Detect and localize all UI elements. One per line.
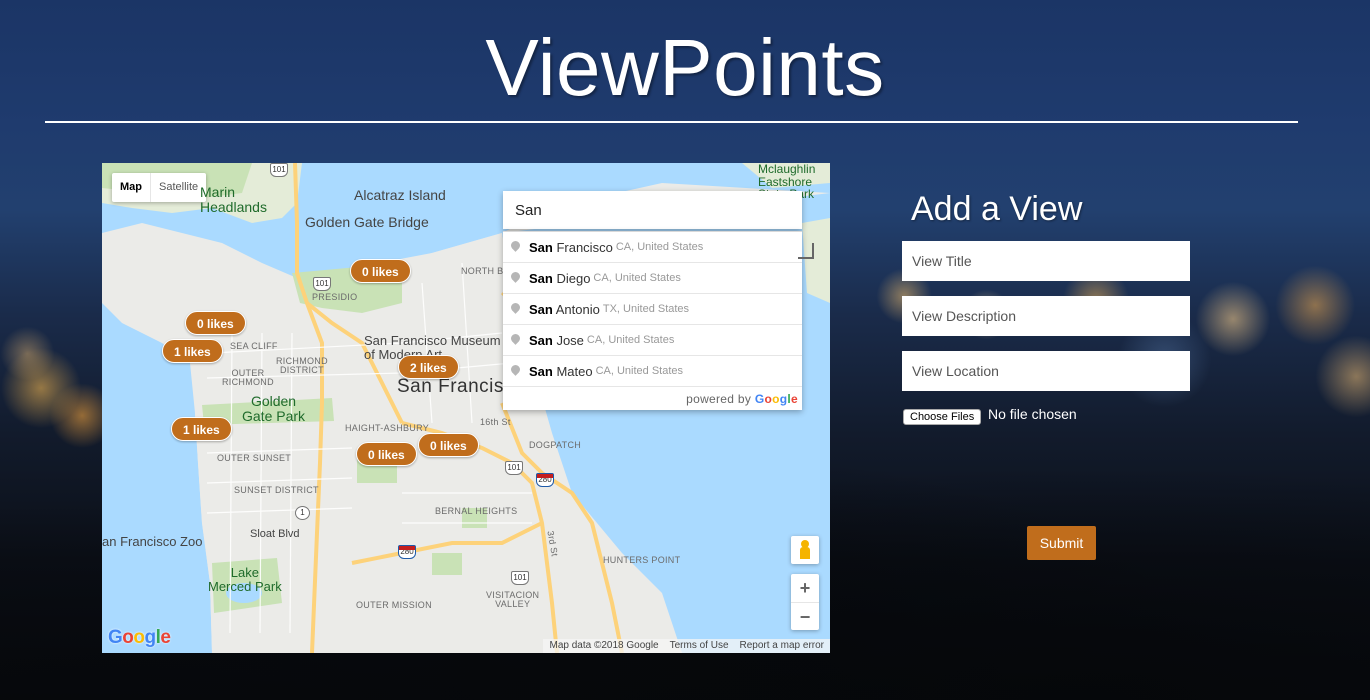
- suggestion-secondary: TX, United States: [602, 303, 690, 315]
- label-haight-ashbury: HAIGHT-ASHBURY: [345, 423, 430, 433]
- label-presidio: PRESIDIO: [312, 292, 358, 302]
- map-attribution: Map data ©2018 Google Terms of Use Repor…: [543, 639, 830, 653]
- label-lake-merced: Lake Merced Park: [208, 565, 282, 594]
- powered-by-text: powered by: [686, 392, 752, 406]
- site-title: ViewPoints: [485, 23, 885, 112]
- label-dogpatch: DOGPATCH: [529, 440, 582, 450]
- view-marker[interactable]: 0 likes: [350, 259, 411, 283]
- location-pin-icon: [511, 303, 520, 316]
- map-canvas[interactable]: Map Satellite Marin Headlands Alcatraz I…: [102, 163, 830, 653]
- add-view-heading: Add a View: [911, 190, 1083, 228]
- autocomplete-item[interactable]: San Antonio TX, United States: [503, 294, 802, 325]
- google-letter: o: [772, 392, 780, 406]
- map-search-input[interactable]: [503, 191, 802, 229]
- highway-280-shield: 280: [536, 473, 554, 487]
- label-hunters-point: HUNTERS POINT: [603, 555, 681, 565]
- google-letter: o: [133, 627, 145, 648]
- view-marker[interactable]: 0 likes: [356, 442, 417, 466]
- label-outer-richmond: OUTER RICHMOND: [222, 368, 274, 388]
- location-pin-icon: [511, 241, 520, 254]
- label-visitacion-valley: VISITACION VALLEY: [486, 590, 540, 610]
- label-sea-cliff: SEA CLIFF: [230, 341, 278, 351]
- label-sunset-district: SUNSET DISTRICT: [234, 485, 319, 495]
- location-pin-icon: [511, 272, 520, 285]
- suggestion-match: San: [529, 270, 553, 286]
- view-marker[interactable]: 0 likes: [185, 311, 246, 335]
- label-marin-headlands: Marin Headlands: [200, 184, 267, 215]
- suggestion-match: San: [529, 363, 553, 379]
- zoom-in-button[interactable]: +: [791, 574, 819, 602]
- google-letter: G: [754, 392, 765, 406]
- view-marker[interactable]: 0 likes: [418, 433, 479, 457]
- highway-1-shield: 1: [295, 506, 310, 520]
- map-data-text: Map data ©2018 Google: [549, 640, 659, 651]
- suggestion-rest: Diego: [552, 270, 591, 286]
- title-divider: [45, 121, 1298, 123]
- highway-101-shield: 101: [270, 163, 288, 177]
- highway-101-shield: 101: [505, 461, 523, 475]
- suggestion-secondary: CA, United States: [595, 365, 684, 377]
- view-marker[interactable]: 1 likes: [171, 417, 232, 441]
- location-pin-icon: [511, 365, 520, 378]
- view-marker[interactable]: 2 likes: [398, 355, 459, 379]
- view-marker[interactable]: 1 likes: [162, 339, 223, 363]
- map-type-control[interactable]: Map Satellite: [112, 173, 207, 202]
- powered-by-google: powered by Google: [503, 387, 802, 410]
- report-map-error-link[interactable]: Report a map error: [740, 639, 824, 653]
- label-bernal-heights: BERNAL HEIGHTS: [435, 506, 518, 516]
- label-golden-gate-bridge: Golden Gate Bridge: [305, 214, 429, 230]
- map-type-satellite-button[interactable]: Satellite: [150, 173, 206, 202]
- highway-280-shield: 280: [398, 545, 416, 559]
- suggestion-rest: Francisco: [552, 239, 613, 255]
- google-letter: G: [108, 627, 123, 648]
- map-type-map-button[interactable]: Map: [112, 173, 150, 202]
- zoom-out-button[interactable]: −: [791, 602, 819, 630]
- google-letter: e: [160, 627, 171, 648]
- google-letter: g: [144, 627, 157, 648]
- label-golden-gate-park: Golden Gate Park: [242, 393, 306, 424]
- google-letter: o: [764, 392, 773, 406]
- suggestion-match: San: [529, 301, 553, 317]
- suggestion-match: San: [529, 239, 553, 255]
- label-sloat-blvd: Sloat Blvd: [250, 528, 300, 540]
- autocomplete-item[interactable]: San Jose CA, United States: [503, 325, 802, 356]
- label-alcatraz: Alcatraz Island: [354, 187, 446, 203]
- choose-files-button[interactable]: Choose Files: [903, 409, 982, 425]
- view-description-input[interactable]: [902, 296, 1190, 336]
- submit-button[interactable]: Submit: [1027, 526, 1096, 560]
- autocomplete-item[interactable]: San Diego CA, United States: [503, 263, 802, 294]
- suggestion-secondary: CA, United States: [615, 241, 704, 253]
- view-location-input[interactable]: [902, 351, 1190, 391]
- highway-101-shield: 101: [511, 571, 529, 585]
- file-status-text: No file chosen: [988, 406, 1077, 422]
- suggestion-match: San: [529, 332, 553, 348]
- zoom-control: + −: [791, 574, 819, 630]
- highway-101-shield: 101: [313, 277, 331, 291]
- label-outer-mission: OUTER MISSION: [356, 600, 432, 610]
- location-pin-icon: [511, 334, 520, 347]
- autocomplete-item[interactable]: San Francisco CA, United States: [503, 232, 802, 263]
- label-outer-sunset: OUTER SUNSET: [217, 453, 292, 463]
- view-title-input[interactable]: [902, 241, 1190, 281]
- suggestion-secondary: CA, United States: [586, 334, 675, 346]
- fullscreen-icon[interactable]: [798, 243, 814, 259]
- google-letter: o: [122, 627, 134, 648]
- suggestion-rest: Antonio: [552, 301, 600, 317]
- google-letter: e: [791, 392, 798, 406]
- label-sf-zoo: an Francisco Zoo: [102, 534, 203, 549]
- suggestion-rest: Jose: [552, 332, 584, 348]
- autocomplete-dropdown: San Francisco CA, United States San Dieg…: [503, 231, 802, 410]
- suggestion-rest: Mateo: [552, 363, 593, 379]
- autocomplete-item[interactable]: San Mateo CA, United States: [503, 356, 802, 387]
- suggestion-secondary: CA, United States: [593, 272, 681, 284]
- terms-of-use-link[interactable]: Terms of Use: [670, 639, 729, 653]
- label-richmond-district: RICHMOND DISTRICT: [276, 356, 328, 376]
- google-logo[interactable]: Google: [108, 627, 171, 649]
- label-16th-st: 16th St: [480, 417, 511, 427]
- street-view-pegman-icon[interactable]: [791, 536, 819, 564]
